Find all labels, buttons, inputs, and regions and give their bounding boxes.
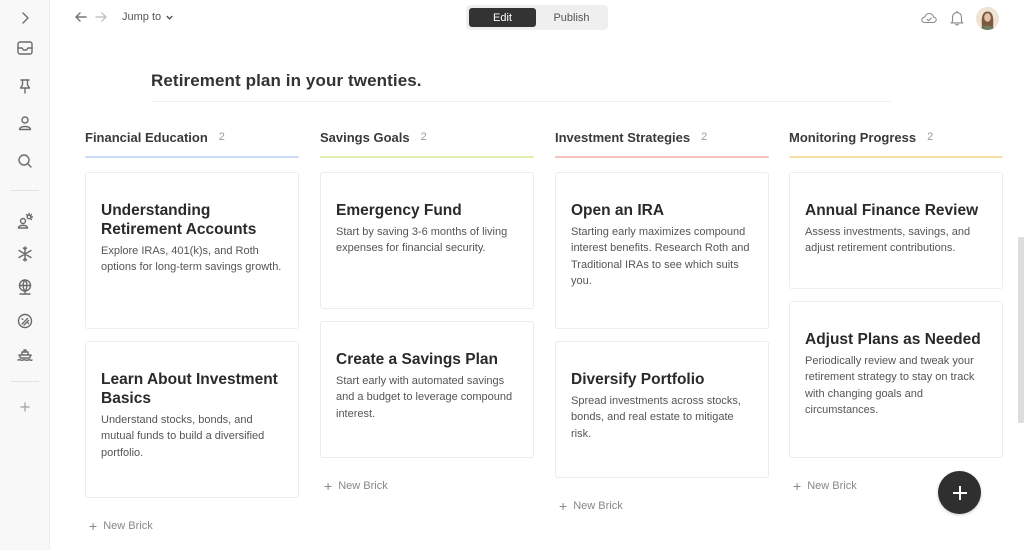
forward-arrow-icon[interactable] [94,10,110,26]
card-title: Annual Finance Review [805,202,979,219]
column-monitoring-progress: Monitoring Progress 2 Annual Finance Rev… [789,128,1003,498]
plus-icon: + [89,517,98,534]
card[interactable]: Create a Savings Plan Start early with a… [320,321,534,458]
column-title: Savings Goals [320,130,410,145]
new-brick-label: New Brick [103,520,153,532]
mode-toggle: Edit Publish [466,5,608,30]
card-description: Starting early maximizes compound intere… [571,226,750,287]
add-workspace-plus-icon[interactable] [13,395,37,419]
column-header[interactable]: Monitoring Progress 2 [789,128,1003,156]
column-header[interactable]: Savings Goals 2 [320,128,534,156]
column-investment-strategies: Investment Strategies 2 Open an IRA Star… [555,128,769,518]
sidebar [0,0,50,550]
column-count: 2 [927,131,934,143]
new-brick-button[interactable]: + New Brick [324,477,388,494]
card-title: Emergency Fund [336,202,462,219]
bell-icon[interactable] [948,9,968,29]
card[interactable]: Annual Finance Review Assess investments… [789,172,1003,289]
title-divider [151,101,891,102]
plus-icon: + [793,477,802,494]
search-icon[interactable] [13,149,37,173]
jump-to-label: Jump to [122,11,162,23]
chevron-down-icon [166,15,173,20]
card-description: Start by saving 3-6 months of living exp… [336,226,508,255]
card-title: Understanding Retirement Accounts [101,202,257,238]
card-description: Start early with automated savings and a… [336,375,513,420]
column-financial-education: Financial Education 2 Understanding Reti… [85,128,299,538]
card[interactable]: Emergency Fund Start by saving 3-6 month… [320,172,534,309]
sidebar-divider [11,381,39,382]
card[interactable]: Open an IRA Starting early maximizes com… [555,172,769,329]
edit-mode-button[interactable]: Edit [469,8,536,27]
card-title: Open an IRA [571,202,665,219]
cloud-sync-icon[interactable] [920,9,940,29]
column-header[interactable]: Investment Strategies 2 [555,128,769,156]
snowflake-icon[interactable] [13,242,37,266]
back-arrow-icon[interactable] [74,10,90,26]
column-title: Monitoring Progress [789,130,917,145]
card-title: Diversify Portfolio [571,371,705,388]
column-title: Financial Education [85,130,208,145]
new-brick-label: New Brick [338,480,388,492]
column-accent-rule [85,156,299,158]
app-window: Jump to Edit Publish Retirement plan in … [0,0,1024,550]
new-brick-button[interactable]: + New Brick [793,477,857,494]
page-title[interactable]: Retirement plan in your twenties. [151,71,422,91]
plus-icon: + [559,497,568,514]
top-bar: Jump to Edit Publish [50,0,1024,36]
new-brick-button[interactable]: + New Brick [559,497,623,514]
card-description: Understand stocks, bonds, and mutual fun… [101,414,265,459]
jump-to-dropdown[interactable]: Jump to [122,11,174,23]
card[interactable]: Learn About Investment Basics Understand… [85,341,299,498]
card[interactable]: Adjust Plans as Needed Periodically revi… [789,301,1003,458]
column-accent-rule [789,156,1003,158]
new-brick-label: New Brick [807,480,857,492]
card-title: Adjust Plans as Needed [805,331,981,348]
plus-icon: + [324,477,333,494]
column-accent-rule [320,156,534,158]
new-brick-button[interactable]: + New Brick [89,517,153,534]
add-floating-button[interactable] [938,471,981,514]
user-icon[interactable] [13,111,37,135]
column-count: 2 [218,131,225,143]
card-description: Explore IRAs, 401(k)s, and Roth options … [101,245,282,274]
column-count: 2 [420,131,427,143]
user-avatar[interactable] [976,7,999,30]
card-title: Create a Savings Plan [336,351,498,368]
expand-sidebar-chevron-icon[interactable] [13,6,37,30]
card[interactable]: Diversify Portfolio Spread investments a… [555,341,769,478]
column-savings-goals: Savings Goals 2 Emergency Fund Start by … [320,128,534,498]
plus-icon [952,485,967,500]
card-description: Spread investments across stocks, bonds,… [571,395,741,440]
card-description: Assess investments, savings, and adjust … [805,226,971,255]
card[interactable]: Understanding Retirement Accounts Explor… [85,172,299,329]
ship-icon[interactable] [13,342,37,366]
new-brick-label: New Brick [573,500,623,512]
badge-icon[interactable] [13,309,37,333]
inbox-icon[interactable] [13,36,37,60]
publish-mode-button[interactable]: Publish [538,8,605,27]
column-title: Investment Strategies [555,130,691,145]
column-header[interactable]: Financial Education 2 [85,128,299,156]
pin-icon[interactable] [13,74,37,98]
column-accent-rule [555,156,769,158]
person-sun-icon[interactable] [13,209,37,233]
card-title: Learn About Investment Basics [101,371,278,407]
column-count: 2 [701,131,708,143]
vertical-scrollbar[interactable] [1018,237,1024,423]
card-description: Periodically review and tweak your retir… [805,355,975,416]
sidebar-divider [11,190,39,191]
globe-icon[interactable] [13,275,37,299]
